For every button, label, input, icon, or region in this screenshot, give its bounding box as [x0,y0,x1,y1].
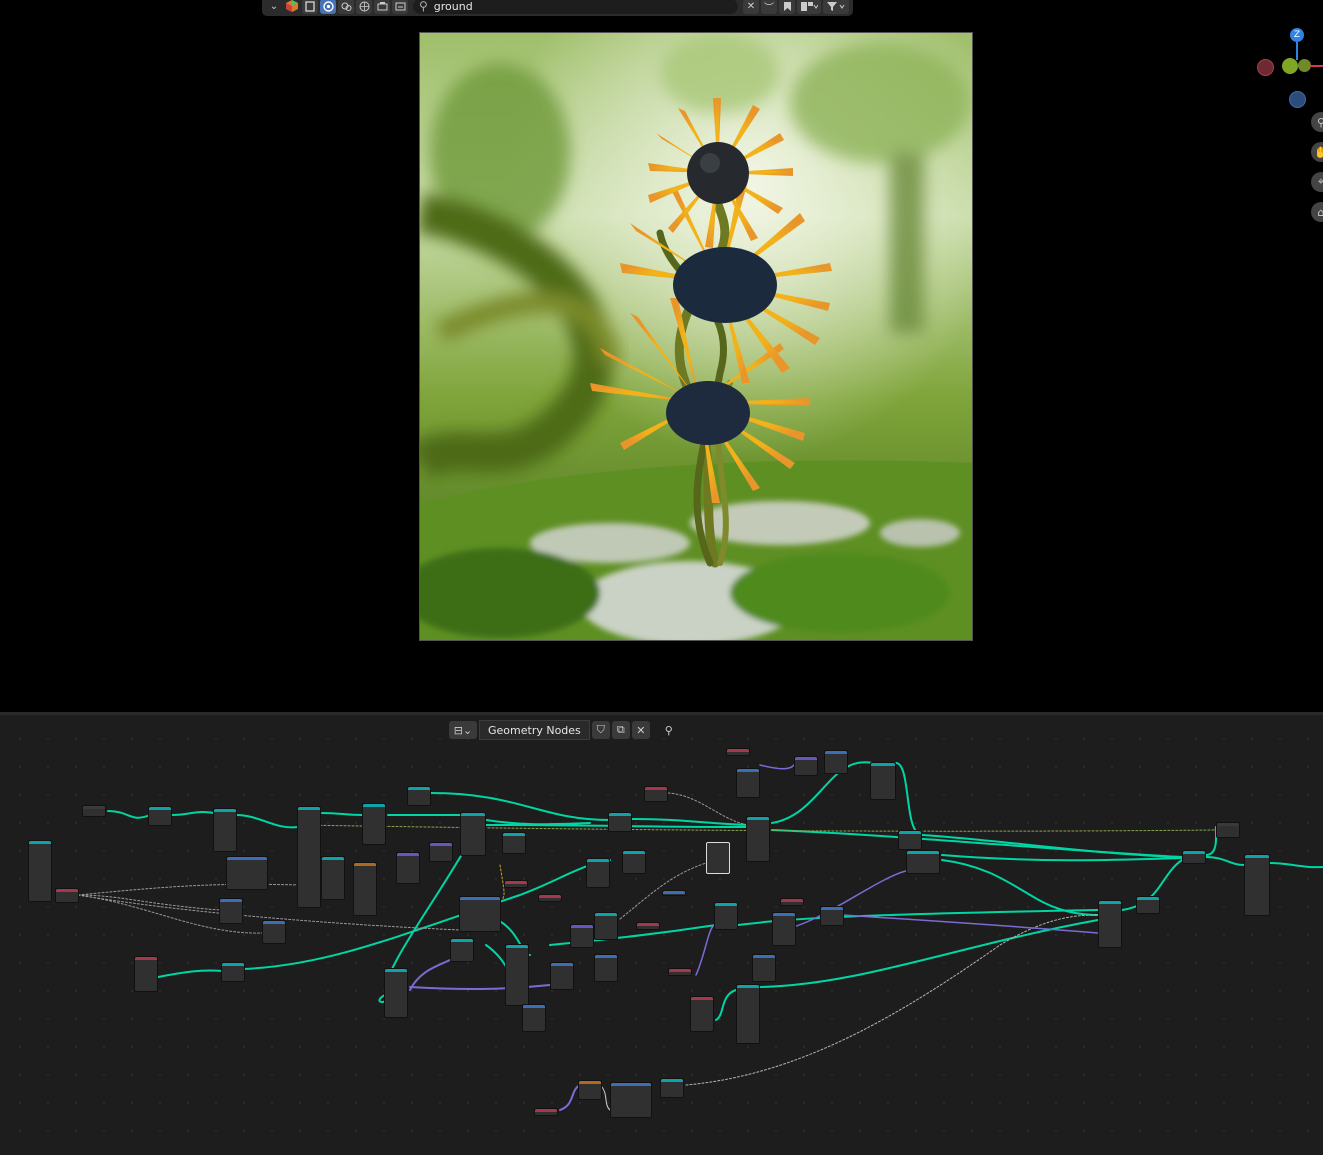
node[interactable] [1098,900,1122,948]
group-output-node[interactable] [1244,854,1270,916]
node[interactable] [321,856,345,900]
node[interactable] [780,898,804,906]
node[interactable] [736,984,760,1044]
search-input[interactable]: ⚲ ground [413,0,738,14]
node[interactable] [586,858,610,888]
node[interactable] [690,996,714,1032]
camera-icon[interactable]: ⌖ [1311,172,1323,192]
hand-icon[interactable]: ✋ [1311,142,1323,162]
node[interactable] [746,816,770,862]
viewport-header: ⌄ ⚲ ground ✕ ︶ [262,0,853,16]
node[interactable] [636,922,660,930]
node[interactable] [384,968,408,1018]
group-input-node[interactable] [28,840,52,902]
material-icon[interactable] [338,0,354,14]
node[interactable] [662,890,686,896]
texture-node-2[interactable] [578,1080,602,1100]
node[interactable] [1136,896,1160,914]
input-node[interactable] [55,888,79,903]
node[interactable] [262,920,286,944]
node[interactable] [726,748,750,756]
object-info-node[interactable] [82,805,106,817]
bookmark-icon[interactable] [779,0,795,14]
node[interactable] [297,806,321,908]
node[interactable] [906,850,940,874]
node[interactable] [134,956,158,992]
node[interactable] [824,750,848,774]
search-icon: ⚲ [419,0,428,13]
node[interactable] [714,902,738,930]
view-icon[interactable] [320,0,336,14]
node[interactable] [502,832,526,854]
node[interactable] [898,830,922,850]
node[interactable] [668,968,692,976]
node[interactable] [538,894,562,902]
editor-type-icon[interactable] [284,0,300,14]
node[interactable] [550,962,574,990]
node[interactable] [396,852,420,884]
z-axis-icon[interactable]: Z [1290,28,1304,42]
node[interactable] [213,808,237,852]
close-icon: ✕ [746,0,756,12]
node[interactable] [522,1004,546,1032]
node[interactable] [870,762,896,800]
node[interactable] [622,850,646,874]
node[interactable] [752,954,776,982]
node[interactable] [219,898,243,924]
node[interactable] [504,880,528,888]
node[interactable] [407,786,431,806]
layout-icon[interactable] [797,0,821,14]
filter-icon[interactable] [823,0,849,14]
node[interactable] [570,924,594,948]
join-geometry-node[interactable] [1182,850,1206,864]
output-icon[interactable] [392,0,408,14]
node[interactable] [534,1108,558,1116]
clear-search-button[interactable]: ✕ [743,0,759,14]
neg-x-axis-icon[interactable] [1257,59,1274,76]
node[interactable] [736,768,760,798]
curve-node[interactable] [226,856,268,890]
node[interactable] [460,812,486,856]
node[interactable] [505,944,529,1006]
render-preview [419,32,973,641]
pin-icon[interactable]: ⚲ [658,721,680,739]
node[interactable] [362,803,386,845]
shield-icon[interactable]: ⛉ [591,721,610,739]
node[interactable] [148,806,172,826]
world-icon[interactable] [356,0,372,14]
node[interactable] [660,1078,684,1098]
selected-node[interactable] [706,842,730,874]
node[interactable] [221,962,245,982]
y-axis-icon[interactable] [1282,58,1298,74]
texture-node[interactable] [353,862,377,916]
node[interactable] [594,912,618,940]
node[interactable] [820,906,844,926]
copy-icon[interactable]: ⧉ [611,721,630,739]
curve-node-2[interactable] [459,896,501,932]
node[interactable] [429,842,453,862]
node[interactable] [608,812,632,832]
node[interactable] [644,786,668,802]
neg-z-axis-icon[interactable] [1289,91,1306,108]
editor-type-icon[interactable]: ⊟⌄ [449,721,477,739]
search-value: ground [433,0,473,13]
chevron-down-icon[interactable]: ⌄ [266,0,282,14]
lock-icon[interactable]: ⌂ [1311,202,1323,222]
sunflower-render [420,33,972,640]
node[interactable] [772,912,796,946]
render-icon[interactable] [374,0,390,14]
zoom-icon[interactable]: ⚲ [1311,112,1323,132]
display-filter-icon[interactable] [302,0,318,14]
node[interactable] [1216,822,1240,838]
node-editor-header: ⊟⌄ Geometry Nodes ⛉ ⧉ ✕ ⚲ [449,720,680,740]
curve-node-3[interactable] [610,1082,652,1118]
close-icon[interactable]: ✕ [631,721,650,739]
view-dropdown-icon[interactable]: ︶ [761,0,777,14]
node[interactable] [594,954,618,982]
node[interactable] [450,938,474,962]
node-tree-name[interactable]: Geometry Nodes [479,720,590,740]
node[interactable] [794,756,818,776]
3d-viewport[interactable]: ⌄ ⚲ ground ✕ ︶ Z ⚲ ✋ ⌖ ⌂ [0,0,1323,712]
